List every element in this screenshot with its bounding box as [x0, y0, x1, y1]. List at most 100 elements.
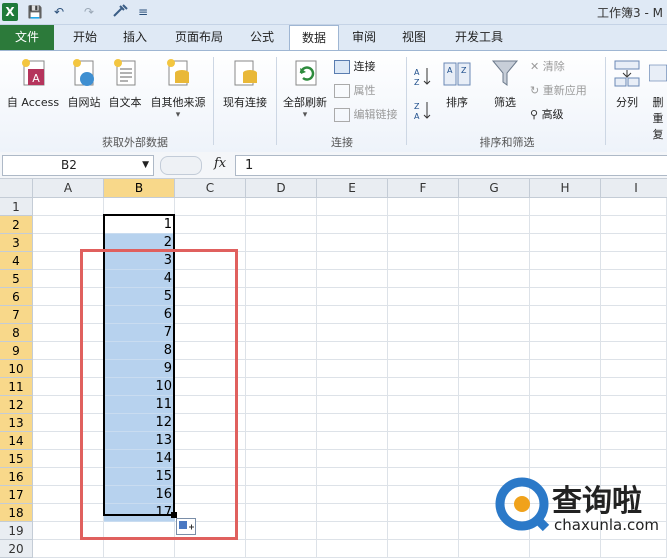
cell-e13[interactable]: [317, 414, 388, 432]
cell-g7[interactable]: [459, 306, 530, 324]
cell-c2[interactable]: [175, 216, 246, 234]
insert-function-button[interactable]: fx: [214, 156, 226, 171]
cell-d7[interactable]: [246, 306, 317, 324]
cell-f3[interactable]: [388, 234, 459, 252]
formula-bar-splitter[interactable]: [160, 156, 202, 175]
cell-f13[interactable]: [388, 414, 459, 432]
cell-c6[interactable]: [175, 288, 246, 306]
tab-page-layout[interactable]: 页面布局: [164, 25, 234, 50]
cell-d15[interactable]: [246, 450, 317, 468]
connections-button[interactable]: 连接: [334, 57, 376, 77]
cell-h12[interactable]: [530, 396, 601, 414]
cell-a16[interactable]: [33, 468, 104, 486]
tab-review[interactable]: 审阅: [342, 25, 386, 50]
cell-i20[interactable]: [601, 540, 667, 558]
cell-h7[interactable]: [530, 306, 601, 324]
cell-f17[interactable]: [388, 486, 459, 504]
cell-f11[interactable]: [388, 378, 459, 396]
cell-g11[interactable]: [459, 378, 530, 396]
customize-tool-icon[interactable]: [110, 3, 130, 21]
cell-c12[interactable]: [175, 396, 246, 414]
cell-a7[interactable]: [33, 306, 104, 324]
cell-b16-value[interactable]: 15: [104, 468, 175, 486]
tab-insert[interactable]: 插入: [112, 25, 158, 50]
cell-d9[interactable]: [246, 342, 317, 360]
cell-f8[interactable]: [388, 324, 459, 342]
cell-b7-value[interactable]: 6: [104, 306, 175, 324]
cell-c20[interactable]: [175, 540, 246, 558]
from-other-sources-button[interactable]: 自其他来源 ▾: [146, 57, 210, 120]
cell-f10[interactable]: [388, 360, 459, 378]
cell-c17[interactable]: [175, 486, 246, 504]
cell-d1[interactable]: [246, 198, 317, 216]
cell-h3[interactable]: [530, 234, 601, 252]
column-header-h[interactable]: H: [530, 179, 601, 198]
cell-i2[interactable]: [601, 216, 667, 234]
cell-a11[interactable]: [33, 378, 104, 396]
column-header-e[interactable]: E: [317, 179, 388, 198]
auto-fill-options-button[interactable]: [176, 518, 196, 535]
clear-filter-button[interactable]: ✕ 清除: [530, 57, 565, 77]
cell-g1[interactable]: [459, 198, 530, 216]
cell-f15[interactable]: [388, 450, 459, 468]
row-header-13[interactable]: 13: [0, 414, 33, 432]
row-header-6[interactable]: 6: [0, 288, 33, 306]
cell-i12[interactable]: [601, 396, 667, 414]
cell-a20[interactable]: [33, 540, 104, 558]
cell-c15[interactable]: [175, 450, 246, 468]
cell-e2[interactable]: [317, 216, 388, 234]
cell-e1[interactable]: [317, 198, 388, 216]
cell-e8[interactable]: [317, 324, 388, 342]
cell-h9[interactable]: [530, 342, 601, 360]
cell-f4[interactable]: [388, 252, 459, 270]
cell-d18[interactable]: [246, 504, 317, 522]
cell-c7[interactable]: [175, 306, 246, 324]
cell-i6[interactable]: [601, 288, 667, 306]
row-header-9[interactable]: 9: [0, 342, 33, 360]
cell-a10[interactable]: [33, 360, 104, 378]
cell-b6-value[interactable]: 5: [104, 288, 175, 306]
cell-c5[interactable]: [175, 270, 246, 288]
sort-ascending-button[interactable]: AZ: [412, 65, 434, 90]
properties-button[interactable]: 属性: [334, 81, 376, 101]
cell-a19[interactable]: [33, 522, 104, 540]
cell-e15[interactable]: [317, 450, 388, 468]
cell-e7[interactable]: [317, 306, 388, 324]
column-header-i[interactable]: I: [601, 179, 667, 198]
cell-b12-value[interactable]: 11: [104, 396, 175, 414]
cell-a3[interactable]: [33, 234, 104, 252]
cell-e18[interactable]: [317, 504, 388, 522]
from-text-button[interactable]: 自文本: [104, 57, 146, 110]
cell-g10[interactable]: [459, 360, 530, 378]
cell-h13[interactable]: [530, 414, 601, 432]
cell-a15[interactable]: [33, 450, 104, 468]
cell-d5[interactable]: [246, 270, 317, 288]
sort-button[interactable]: AZ 排序: [438, 57, 476, 110]
cell-d16[interactable]: [246, 468, 317, 486]
cell-d4[interactable]: [246, 252, 317, 270]
cell-h5[interactable]: [530, 270, 601, 288]
cell-h11[interactable]: [530, 378, 601, 396]
cell-b13-value[interactable]: 12: [104, 414, 175, 432]
cell-h14[interactable]: [530, 432, 601, 450]
column-header-b[interactable]: B: [104, 179, 175, 198]
cell-h15[interactable]: [530, 450, 601, 468]
cell-c4[interactable]: [175, 252, 246, 270]
cell-e5[interactable]: [317, 270, 388, 288]
cell-d8[interactable]: [246, 324, 317, 342]
column-header-g[interactable]: G: [459, 179, 530, 198]
cell-e20[interactable]: [317, 540, 388, 558]
cell-a1[interactable]: [33, 198, 104, 216]
cell-b1[interactable]: [104, 198, 175, 216]
cell-d10[interactable]: [246, 360, 317, 378]
cell-d2[interactable]: [246, 216, 317, 234]
tab-data[interactable]: 数据: [289, 25, 339, 51]
cell-b4-value[interactable]: 3: [104, 252, 175, 270]
cell-e17[interactable]: [317, 486, 388, 504]
cell-g13[interactable]: [459, 414, 530, 432]
cell-b10-value[interactable]: 9: [104, 360, 175, 378]
cell-g8[interactable]: [459, 324, 530, 342]
row-header-15[interactable]: 15: [0, 450, 33, 468]
row-header-3[interactable]: 3: [0, 234, 33, 252]
cell-a6[interactable]: [33, 288, 104, 306]
